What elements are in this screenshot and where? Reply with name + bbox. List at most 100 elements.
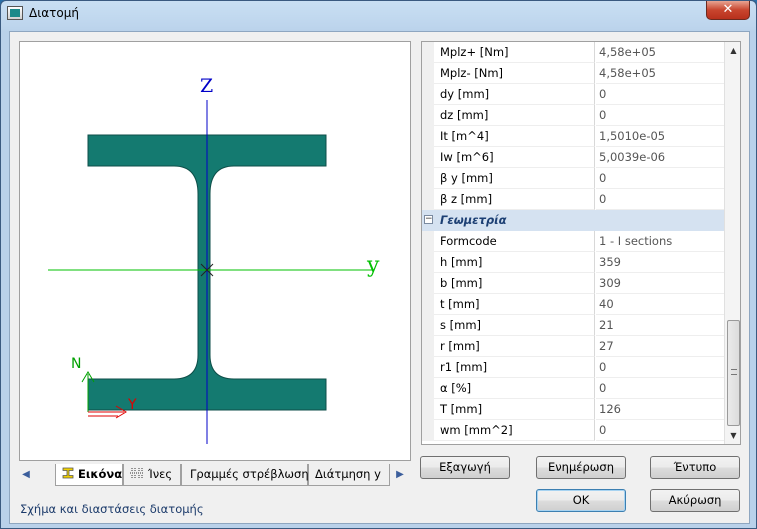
update-button[interactable]: Ενημέρωση [536,456,626,479]
property-row[interactable]: s [mm] 21 [422,315,724,336]
row-margin [422,84,434,105]
y-axis-label: y [366,253,380,278]
title-bar[interactable]: Διατομή ✕ [1,1,756,27]
local-y-label: Y [127,397,137,413]
property-name: r [mm] [434,336,595,357]
property-name: Mplz+ [Nm] [434,42,595,63]
tab-shear-y[interactable]: Διάτμηση y [308,464,390,486]
property-row[interactable]: Mplz+ [Nm] 4,58e+05 [422,42,724,63]
property-row[interactable]: α [%] 0 [422,378,724,399]
property-value[interactable]: 40 [596,294,724,315]
property-name: α [%] [434,378,595,399]
row-margin [422,294,434,315]
property-row[interactable]: Iw [m^6] 5,0039e-06 [422,147,724,168]
property-row[interactable]: dy [mm] 0 [422,84,724,105]
property-name: Mplz- [Nm] [434,63,595,84]
category-geometry[interactable]: − Γεωμετρία [422,210,724,231]
property-row[interactable]: r1 [mm] 0 [422,357,724,378]
dialog-body: Z y N Y ◀ Εικόνα Ίνες Γραμμές στρέβλωσης… [9,31,750,524]
row-margin [422,378,434,399]
property-value[interactable]: 126 [596,399,724,420]
property-value[interactable]: 4,58e+05 [596,42,724,63]
row-margin [422,147,434,168]
local-n-label: N [71,356,81,372]
row-margin [422,189,434,210]
scrollbar-thumb[interactable] [727,320,740,426]
tab-scroll-right-icon[interactable]: ▶ [393,467,407,483]
cancel-button[interactable]: Ακύρωση [650,489,740,512]
row-margin [422,420,434,441]
collapse-icon[interactable]: − [424,215,433,224]
property-value[interactable]: 0 [596,378,724,399]
property-name: b [mm] [434,273,595,294]
tab-picture[interactable]: Εικόνα [55,464,123,486]
tab-scroll-left-icon[interactable]: ◀ [19,467,33,483]
property-value[interactable]: 1,5010e-05 [596,126,724,147]
row-margin [422,336,434,357]
row-margin [422,252,434,273]
view-tab-bar: ◀ Εικόνα Ίνες Γραμμές στρέβλωσης Διάτμησ… [19,464,411,486]
row-margin [422,315,434,336]
property-row[interactable]: It [m^4] 1,5010e-05 [422,126,724,147]
row-margin [422,126,434,147]
property-value[interactable]: 5,0039e-06 [596,147,724,168]
status-description: Σχήμα και διαστάσεις διατομής [20,502,204,516]
property-row[interactable]: Formcode 1 - I sections [422,231,724,252]
property-value[interactable]: 0 [596,420,724,441]
close-button[interactable]: ✕ [706,1,750,20]
property-name: It [m^4] [434,126,595,147]
property-value[interactable]: 309 [596,273,724,294]
property-name: T [mm] [434,399,595,420]
property-row[interactable]: r [mm] 27 [422,336,724,357]
category-geometry-label: Γεωμετρία [440,213,507,227]
print-button[interactable]: Έντυπο [650,456,740,479]
property-row[interactable]: T [mm] 126 [422,399,724,420]
property-name: dz [mm] [434,105,595,126]
tab-warping-lines[interactable]: Γραμμές στρέβλωσης [181,464,315,486]
section-app-icon [7,6,23,20]
window-title: Διατομή [29,6,79,20]
property-row[interactable]: t [mm] 40 [422,294,724,315]
property-row[interactable]: b [mm] 309 [422,273,724,294]
property-value[interactable]: 1 - I sections [596,231,724,252]
tab-picture-label: Εικόνα [78,467,123,481]
property-name: Formcode [434,231,595,252]
dialog-window: Διατομή ✕ Z y N Y ◀ Εικόνα Ίνες Γραμμές … [0,0,757,529]
property-row[interactable]: β y [mm] 0 [422,168,724,189]
scroll-up-icon[interactable]: ▲ [725,42,740,59]
property-name: Iw [m^6] [434,147,595,168]
grip-icon [731,369,737,375]
property-value[interactable]: 0 [596,168,724,189]
property-value[interactable]: 21 [596,315,724,336]
property-row[interactable]: dz [mm] 0 [422,105,724,126]
property-row[interactable]: Mplz- [Nm] 4,58e+05 [422,63,724,84]
property-value[interactable]: 0 [596,357,724,378]
row-margin [422,399,434,420]
property-name: s [mm] [434,315,595,336]
property-value[interactable]: 4,58e+05 [596,63,724,84]
property-value[interactable]: 0 [596,105,724,126]
tab-warping-lines-label: Γραμμές στρέβλωσης [190,467,316,481]
property-row[interactable]: h [mm] 359 [422,252,724,273]
property-name: wm [mm^2] [434,420,595,441]
property-value[interactable]: 0 [596,84,724,105]
i-beam-icon [62,465,74,485]
property-name: β z [mm] [434,189,595,210]
section-canvas: Z y N Y [48,75,380,444]
property-row[interactable]: β z [mm] 0 [422,189,724,210]
property-value[interactable]: 359 [596,252,724,273]
scroll-down-icon[interactable]: ▼ [725,427,740,444]
ok-button[interactable]: OK [536,489,626,512]
export-button[interactable]: Εξαγωγή [420,456,510,479]
property-value[interactable]: 27 [596,336,724,357]
property-name: t [mm] [434,294,595,315]
tab-shear-y-label: Διάτμηση y [315,467,381,481]
row-margin [422,231,434,252]
property-name: h [mm] [434,252,595,273]
row-margin [422,105,434,126]
property-grid-scrollbar[interactable]: ▲ ▼ [724,42,740,444]
property-row[interactable]: wm [mm^2] 0 [422,420,724,441]
property-name: β y [mm] [434,168,595,189]
tab-fibers[interactable]: Ίνες [123,464,181,486]
property-value[interactable]: 0 [596,189,724,210]
